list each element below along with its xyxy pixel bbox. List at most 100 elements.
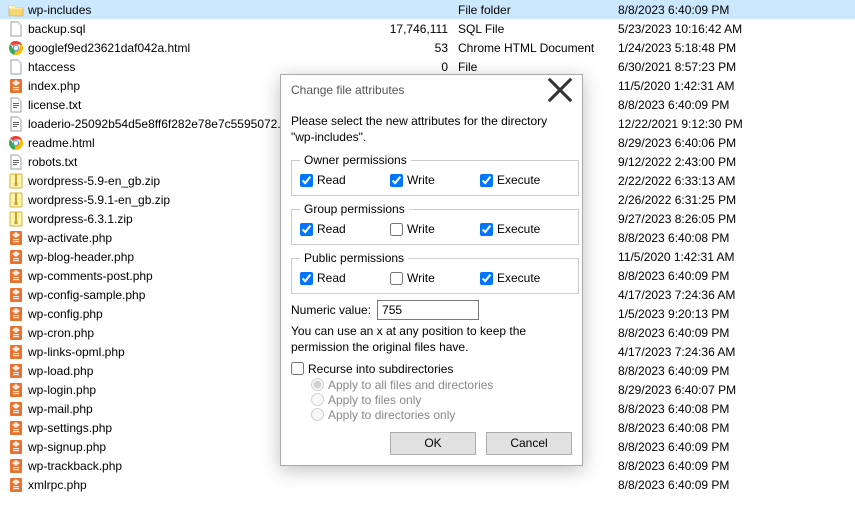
owner-read-checkbox[interactable] — [300, 174, 313, 187]
php-icon — [8, 249, 24, 265]
file-date: 8/8/2023 6:40:09 PM — [618, 98, 798, 112]
cancel-button[interactable]: Cancel — [486, 432, 572, 455]
zip-icon — [8, 173, 24, 189]
owner-permissions-group: Owner permissions Read Write Execute — [291, 153, 579, 196]
php-icon — [8, 420, 24, 436]
group-execute-checkbox[interactable] — [480, 223, 493, 236]
file-date: 8/8/2023 6:40:08 PM — [618, 231, 798, 245]
file-date: 9/27/2023 8:26:05 PM — [618, 212, 798, 226]
file-name: wp-trackback.php — [28, 459, 122, 473]
close-icon[interactable] — [546, 79, 574, 101]
file-name: index.php — [28, 79, 80, 93]
ok-button[interactable]: OK — [390, 432, 476, 455]
file-icon — [8, 21, 24, 37]
owner-write-checkbox[interactable] — [390, 174, 403, 187]
php-icon — [8, 268, 24, 284]
numeric-label: Numeric value: — [291, 303, 371, 317]
file-type: Chrome HTML Document — [458, 41, 618, 55]
file-name: wordpress-5.9-en_gb.zip — [28, 174, 160, 188]
dialog-instruction: Please select the new attributes for the… — [291, 113, 572, 145]
file-name: wp-activate.php — [28, 231, 112, 245]
php-icon — [8, 382, 24, 398]
recurse-radios: Apply to all files and directories Apply… — [311, 378, 572, 422]
file-name: robots.txt — [28, 155, 77, 169]
file-name: wp-settings.php — [28, 421, 112, 435]
chrome-icon — [8, 40, 24, 56]
file-type: File folder — [458, 3, 618, 17]
file-date: 1/5/2023 9:20:13 PM — [618, 307, 798, 321]
owner-execute-checkbox[interactable] — [480, 174, 493, 187]
file-date: 8/8/2023 6:40:09 PM — [618, 478, 798, 492]
folder-icon — [8, 2, 24, 18]
php-icon — [8, 363, 24, 379]
group-write-checkbox[interactable] — [390, 223, 403, 236]
php-icon — [8, 344, 24, 360]
file-row[interactable]: xmlrpc.php8/8/2023 6:40:09 PM — [0, 475, 855, 494]
file-date: 8/29/2023 6:40:07 PM — [618, 383, 798, 397]
file-date: 2/22/2022 6:33:13 AM — [618, 174, 798, 188]
zip-icon — [8, 192, 24, 208]
file-type: File — [458, 60, 618, 74]
file-name: wordpress-6.3.1.zip — [28, 212, 133, 226]
php-icon — [8, 306, 24, 322]
file-date: 8/8/2023 6:40:08 PM — [618, 421, 798, 435]
file-date: 2/26/2022 6:31:25 PM — [618, 193, 798, 207]
file-date: 11/5/2020 1:42:31 AM — [618, 79, 798, 93]
numeric-value-input[interactable] — [377, 300, 479, 320]
file-name: wp-includes — [28, 3, 91, 17]
apply-dirs-radio — [311, 408, 324, 421]
file-row[interactable]: backup.sql 17,746,111SQL File5/23/2023 10… — [0, 19, 855, 38]
file-date: 8/8/2023 6:40:09 PM — [618, 269, 798, 283]
group-legend: Group permissions — [300, 202, 409, 216]
txt-icon — [8, 154, 24, 170]
file-name: wp-blog-header.php — [28, 250, 134, 264]
group-permissions-group: Group permissions Read Write Execute — [291, 202, 579, 245]
numeric-hint: You can use an x at any position to keep… — [291, 324, 572, 355]
public-legend: Public permissions — [300, 251, 408, 265]
php-icon — [8, 458, 24, 474]
apply-all-radio — [311, 378, 324, 391]
file-row[interactable]: googlef9ed23621daf042a.html53Chrome HTML… — [0, 38, 855, 57]
file-date: 8/8/2023 6:40:09 PM — [618, 459, 798, 473]
php-icon — [8, 439, 24, 455]
dialog-title: Change file attributes — [291, 83, 404, 97]
php-icon — [8, 287, 24, 303]
recurse-label: Recurse into subdirectories — [308, 362, 453, 376]
file-date: 8/8/2023 6:40:09 PM — [618, 3, 798, 17]
file-row[interactable]: wp-includes File folder8/8/2023 6:40:09 P… — [0, 0, 855, 19]
public-write-checkbox[interactable] — [390, 272, 403, 285]
change-attributes-dialog: Change file attributes Please select the… — [280, 74, 583, 466]
file-date: 1/24/2023 5:18:48 PM — [618, 41, 798, 55]
php-icon — [8, 78, 24, 94]
file-size: 53 — [353, 41, 458, 55]
file-date: 5/23/2023 10:16:42 AM — [618, 22, 798, 36]
recurse-checkbox[interactable] — [291, 362, 304, 375]
php-icon — [8, 325, 24, 341]
file-date: 8/29/2023 6:40:06 PM — [618, 136, 798, 150]
owner-legend: Owner permissions — [300, 153, 411, 167]
file-size: 17,746,111 — [353, 22, 458, 36]
file-icon — [8, 59, 24, 75]
file-date: 8/8/2023 6:40:08 PM — [618, 402, 798, 416]
file-name: wp-links-opml.php — [28, 345, 125, 359]
file-date: 6/30/2021 8:57:23 PM — [618, 60, 798, 74]
public-execute-checkbox[interactable] — [480, 272, 493, 285]
file-name: readme.html — [28, 136, 95, 150]
chrome-icon — [8, 135, 24, 151]
file-date: 4/17/2023 7:24:36 AM — [618, 288, 798, 302]
file-name: wp-mail.php — [28, 402, 93, 416]
public-read-checkbox[interactable] — [300, 272, 313, 285]
file-type: SQL File — [458, 22, 618, 36]
apply-files-radio — [311, 393, 324, 406]
file-date: 8/8/2023 6:40:09 PM — [618, 326, 798, 340]
file-name: wp-load.php — [28, 364, 93, 378]
file-name: wp-config.php — [28, 307, 103, 321]
group-read-checkbox[interactable] — [300, 223, 313, 236]
file-name: backup.sql — [28, 22, 85, 36]
file-date: 8/8/2023 6:40:09 PM — [618, 364, 798, 378]
file-name: wp-cron.php — [28, 326, 94, 340]
file-size: 0 — [353, 60, 458, 74]
file-date: 9/12/2022 2:43:00 PM — [618, 155, 798, 169]
php-icon — [8, 401, 24, 417]
file-date: 4/17/2023 7:24:36 AM — [618, 345, 798, 359]
